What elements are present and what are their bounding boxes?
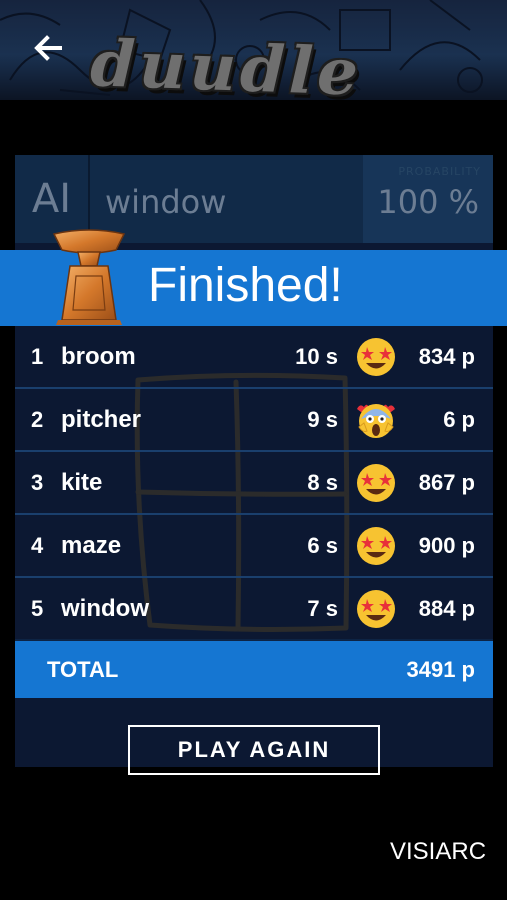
total-label: TOTAL xyxy=(47,656,119,682)
total-bar: TOTAL 3491 p xyxy=(15,641,493,698)
total-value: 3491 p xyxy=(406,656,476,682)
play-again-button[interactable]: PLAY AGAIN xyxy=(128,725,380,775)
result-word: maze xyxy=(61,531,122,559)
result-time: 9 s xyxy=(307,406,338,432)
results-list: 1 broom 10 s 834 p 2 pitcher 9 s 6 p 3 k… xyxy=(15,326,493,641)
result-points: 900 p xyxy=(418,532,475,558)
result-time: 10 s xyxy=(295,343,338,369)
star-struck-emoji-icon xyxy=(357,337,395,376)
result-row: 5 window 7 s 884 p xyxy=(15,578,493,641)
result-word: pitcher xyxy=(61,405,142,433)
result-points: 834 p xyxy=(418,343,475,369)
result-row: 2 pitcher 9 s 6 p xyxy=(15,389,493,452)
result-points: 6 p xyxy=(443,406,475,432)
trophy-icon xyxy=(52,229,126,325)
result-word: window xyxy=(61,594,149,622)
star-struck-emoji-icon xyxy=(357,526,395,565)
header-hero: duudle xyxy=(0,0,507,100)
result-row: 3 kite 8 s 867 p xyxy=(15,452,493,515)
result-time: 6 s xyxy=(307,532,338,558)
result-rank: 2 xyxy=(31,406,44,432)
probability-value: 100 % xyxy=(377,183,479,221)
result-row: 1 broom 10 s 834 p xyxy=(15,326,493,389)
result-row: 4 maze 6 s 900 p xyxy=(15,515,493,578)
result-points: 867 p xyxy=(418,469,475,495)
result-word: kite xyxy=(61,468,103,496)
finished-title: Finished! xyxy=(148,259,343,312)
probability-box: PROBABILITY 100 % xyxy=(363,155,493,243)
result-time: 8 s xyxy=(307,469,338,495)
star-struck-emoji-icon xyxy=(357,589,395,628)
screaming-face-emoji-icon xyxy=(357,403,395,438)
star-struck-emoji-icon xyxy=(357,463,395,502)
arrow-left-icon xyxy=(34,35,62,61)
result-rank: 5 xyxy=(31,595,44,621)
result-rank: 1 xyxy=(31,343,44,369)
probability-label: PROBABILITY xyxy=(398,165,481,178)
result-time: 7 s xyxy=(307,595,338,621)
back-button[interactable] xyxy=(28,28,68,68)
result-word: broom xyxy=(61,342,136,370)
brand-logo: VISIARC xyxy=(390,838,487,865)
logo: duudle xyxy=(89,26,364,100)
result-points: 884 p xyxy=(418,595,475,621)
guess-word: window xyxy=(105,183,227,221)
result-rank: 3 xyxy=(31,469,44,495)
result-rank: 4 xyxy=(31,532,44,558)
